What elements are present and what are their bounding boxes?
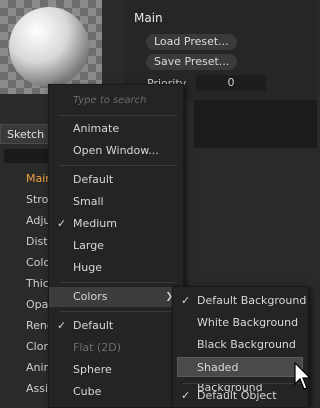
- context-menu: Type to search Animate Open Window... De…: [48, 84, 184, 408]
- submenu-item-black-background[interactable]: Black Background: [173, 335, 308, 355]
- material-preview[interactable]: [0, 0, 102, 94]
- panel-title: Main: [134, 11, 163, 25]
- menu-item-small[interactable]: Small: [49, 192, 183, 212]
- menu-search-input[interactable]: Type to search: [49, 91, 183, 111]
- left-search-field[interactable]: [4, 149, 54, 163]
- sphere-preview-icon: [9, 7, 89, 87]
- menu-item-default-shape[interactable]: ✓ Default: [49, 316, 183, 336]
- menu-item-flat-2d: Flat (2D): [73, 341, 121, 354]
- colors-submenu: ✓ Default Background White Background Bl…: [172, 286, 309, 408]
- menu-item-medium[interactable]: ✓ Medium: [49, 214, 183, 234]
- priority-input[interactable]: 0: [196, 75, 266, 91]
- sidebar-item[interactable]: Colo: [26, 256, 50, 269]
- attribute-box: [194, 100, 317, 148]
- check-icon: ✓: [181, 389, 191, 402]
- menu-separator: [59, 282, 177, 283]
- submenu-item-white-background[interactable]: White Background: [173, 313, 308, 333]
- submenu-item-label: Default Object: [197, 389, 277, 402]
- submenu-item-default-object[interactable]: ✓ Default Object: [173, 386, 308, 406]
- menu-item-open-window[interactable]: Open Window...: [49, 141, 183, 161]
- menu-separator: [59, 115, 177, 116]
- menu-item-sphere[interactable]: Sphere: [49, 360, 183, 380]
- menu-item-huge[interactable]: Huge: [49, 258, 183, 278]
- sidebar-item[interactable]: Clon: [26, 340, 50, 353]
- sidebar-item[interactable]: Opa: [26, 298, 48, 311]
- menu-item-animate[interactable]: Animate: [49, 119, 183, 139]
- menu-item-label: Default: [73, 319, 114, 332]
- sidebar-item[interactable]: Adju: [26, 214, 50, 227]
- submenu-item-default-background[interactable]: ✓ Default Background: [173, 291, 308, 311]
- menu-separator: [59, 311, 177, 312]
- submenu-item-shaded-background[interactable]: Shaded Background: [177, 357, 303, 394]
- menu-item-cube[interactable]: Cube: [49, 382, 183, 402]
- load-preset-button[interactable]: Load Preset...: [146, 34, 237, 50]
- menu-item-large[interactable]: Large: [49, 236, 183, 256]
- mouse-cursor-icon: [294, 362, 312, 390]
- menu-item-label: Medium: [73, 217, 117, 230]
- menu-separator: [59, 165, 177, 166]
- check-icon: ✓: [57, 217, 67, 230]
- check-icon: ✓: [57, 319, 67, 332]
- save-preset-button[interactable]: Save Preset...: [146, 54, 238, 70]
- menu-item-default-size[interactable]: Default: [49, 170, 183, 190]
- submenu-item-label: Default Background: [197, 294, 307, 307]
- menu-item-label: Colors: [73, 290, 108, 303]
- check-icon: ✓: [181, 294, 191, 307]
- menu-separator: [183, 383, 301, 384]
- menu-item-colors[interactable]: Colors ❯: [49, 287, 183, 307]
